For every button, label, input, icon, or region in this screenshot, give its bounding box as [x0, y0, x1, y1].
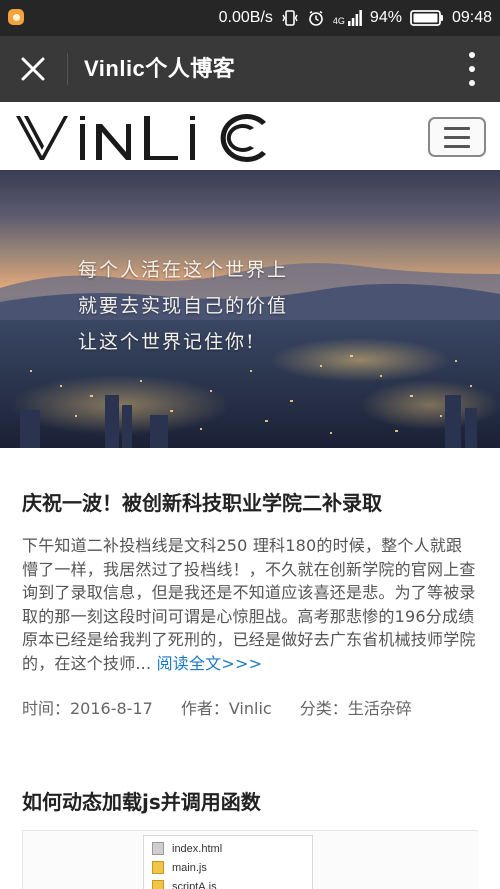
read-more-link[interactable]: 阅读全文>>> [157, 654, 263, 673]
banner-line: 每个人活在这个世界上 [78, 259, 289, 281]
banner-slogan: 每个人活在这个世界上 就要去实现自己的价值 让这个世界记住你! [78, 252, 288, 360]
nav-menu-button[interactable] [428, 117, 486, 157]
site-header [0, 102, 500, 170]
network-speed: 0.00B/s [218, 9, 273, 26]
network-type: 4G [332, 16, 345, 26]
more-options-button[interactable] [462, 52, 482, 86]
clock: 09:48 [451, 9, 492, 26]
more-vertical-icon [469, 52, 475, 58]
hamburger-icon [444, 126, 470, 130]
post-thumbnail[interactable]: index.html main.js scriptA.js [22, 830, 478, 889]
post-date: 时间：2016-8-17 [22, 699, 153, 718]
js-file-icon [152, 861, 164, 874]
banner-line: 就要去实现自己的价值 [78, 295, 289, 317]
post-excerpt: 下午知道二补投档线是文科250 理科180的时候，整个人就跟懵了一样，我居然过了… [22, 534, 478, 675]
file-item: index.html [152, 840, 222, 857]
file-explorer-screenshot: index.html main.js scriptA.js [143, 835, 313, 889]
file-item: scriptA.js [152, 878, 217, 889]
post-title[interactable]: 如何动态加载js并调用函数 [22, 786, 261, 815]
close-icon [21, 57, 45, 81]
post-excerpt-text: 下午知道二补投档线是文科250 理科180的时候，整个人就跟懵了一样，我居然过了… [22, 536, 476, 673]
file-icon [152, 842, 164, 855]
battery-percent: 94% [369, 9, 402, 26]
post-category[interactable]: 分类：生活杂碎 [300, 695, 412, 719]
post-title[interactable]: 庆祝一波！被创新科技职业学院二补录取 [22, 487, 478, 516]
banner-line: 让这个世界记住你! [78, 331, 256, 353]
hero-banner: 每个人活在这个世界上 就要去实现自己的价值 让这个世界记住你! [0, 170, 500, 448]
site-logo[interactable] [14, 110, 272, 164]
post-card: 庆祝一波！被创新科技职业学院二补录取 下午知道二补投档线是文科250 理科180… [22, 487, 478, 719]
post-meta: 时间：2016-8-17 作者：Vinlic 分类：生活杂碎 [22, 695, 478, 719]
vibrate-icon [281, 9, 299, 27]
signal-icon: 4G [333, 10, 362, 26]
close-button[interactable] [14, 50, 52, 88]
app-bar: Vinlic个人博客 [0, 36, 500, 102]
notification-icon [8, 9, 24, 25]
status-bar: 0.00B/s 4G 94% 09:48 [0, 0, 500, 36]
app-bar-divider [67, 53, 68, 85]
post-author: 作者：Vinlic [180, 699, 272, 718]
status-bar-right: 0.00B/s 4G 94% 09:48 [219, 0, 492, 36]
alarm-icon [307, 9, 325, 27]
battery-icon [410, 9, 444, 27]
file-item: main.js [152, 859, 207, 876]
app-bar-title: Vinlic个人博客 [84, 56, 236, 81]
js-file-icon [152, 880, 164, 889]
